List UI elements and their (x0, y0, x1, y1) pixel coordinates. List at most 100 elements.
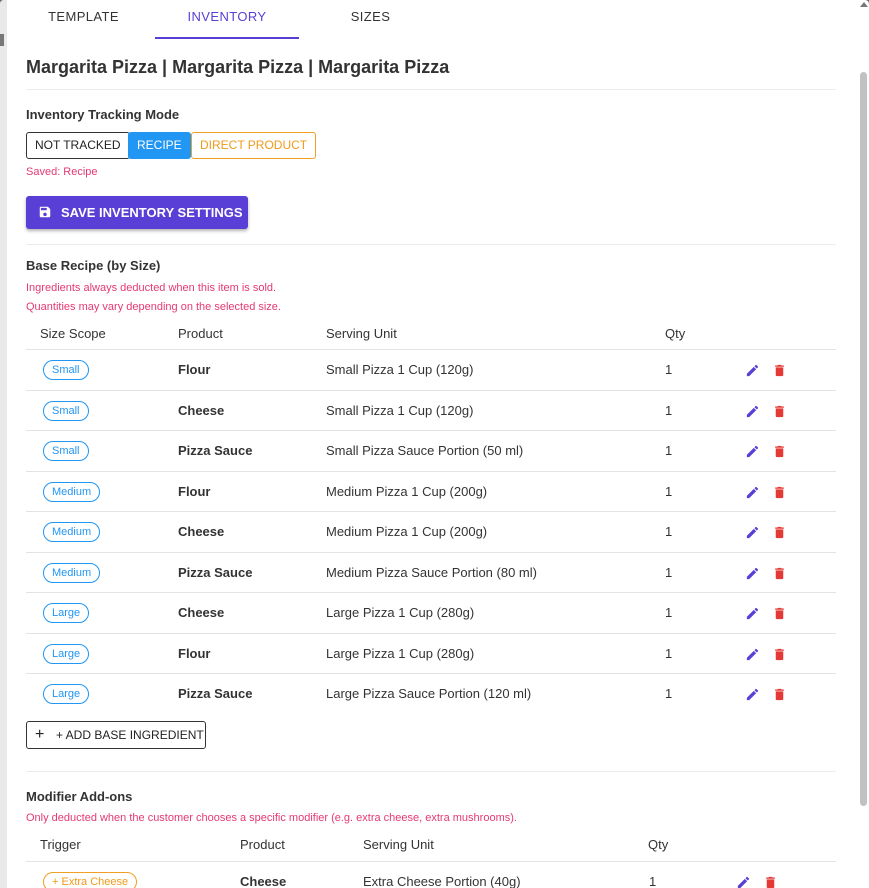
save-inventory-settings-button[interactable]: SAVE INVENTORY SETTINGS (26, 196, 248, 229)
product-cell: Flour (178, 362, 211, 377)
save-button-label: SAVE INVENTORY SETTINGS (61, 205, 243, 220)
column-header-trigger: Trigger (40, 837, 81, 852)
modifier-addons-note: Only deducted when the customer chooses … (26, 812, 517, 824)
add-button-label: + ADD BASE INGREDIENT (56, 728, 204, 742)
product-cell: Pizza Sauce (178, 443, 253, 458)
qty-cell: 1 (665, 443, 673, 458)
divider (26, 89, 836, 90)
product-cell: Pizza Sauce (178, 686, 253, 701)
delete-trash-icon[interactable] (772, 404, 787, 419)
serving-unit-cell: Large Pizza Sauce Portion (120 ml) (326, 686, 532, 701)
base-recipe-note-1: Ingredients always deducted when this it… (26, 282, 277, 294)
serving-unit-cell: Large Pizza 1 Cup (280g) (326, 605, 475, 620)
size-scope-chip: Large (43, 684, 90, 704)
table-row: Large Cheese Large Pizza 1 Cup (280g) 1 (26, 592, 836, 632)
product-cell: Cheese (178, 524, 225, 539)
base-recipe-note-2: Quantities may vary depending on the sel… (26, 301, 281, 313)
delete-trash-icon[interactable] (763, 875, 778, 888)
edit-pencil-icon[interactable] (745, 525, 760, 540)
table-row: Small Pizza Sauce Small Pizza Sauce Portio… (26, 430, 836, 470)
delete-trash-icon[interactable] (772, 687, 787, 702)
inventory-dialog: TEMPLATE INVENTORY SIZES Margarita Pizza… (0, 0, 869, 888)
edit-pencil-icon[interactable] (736, 875, 751, 888)
edit-pencil-icon[interactable] (745, 606, 760, 621)
floppy-disk-icon (39, 206, 51, 218)
qty-cell: 1 (665, 564, 673, 580)
size-scope-chip: Large (43, 603, 90, 623)
delete-trash-icon[interactable] (772, 647, 787, 662)
tab-template[interactable]: TEMPLATE (26, 0, 141, 39)
column-header-qty: Qty (648, 837, 669, 852)
qty-cell: 1 (649, 874, 657, 888)
serving-unit-cell: Small Pizza Sauce Portion (50 ml) (326, 443, 524, 458)
size-scope-chip: Small (43, 400, 89, 421)
size-scope-chip: Small (43, 360, 89, 380)
table-row: + Extra Cheese Cheese Extra Cheese Portion… (26, 861, 836, 888)
vertical-scrollbar[interactable] (859, 0, 868, 888)
size-scope-chip: Large (43, 643, 90, 664)
modifier-addons-title: Modifier Add-ons (26, 789, 133, 804)
column-header-qty: Qty (665, 326, 686, 341)
tab-sizes[interactable]: SIZES (313, 0, 428, 39)
edit-pencil-icon[interactable] (745, 566, 760, 581)
serving-unit-cell: Medium Pizza 1 Cup (200g) (326, 483, 488, 499)
serving-unit-cell: Medium Pizza 1 Cup (200g) (326, 524, 488, 539)
add-base-ingredient-button[interactable]: + + ADD BASE INGREDIENT (26, 721, 206, 749)
serving-unit-cell: Extra Cheese Portion (40g) (363, 874, 521, 888)
tracking-mode-label: Inventory Tracking Mode (26, 107, 180, 122)
edit-pencil-icon[interactable] (745, 444, 760, 459)
edit-pencil-icon[interactable] (745, 647, 760, 662)
column-header-serving-unit: Serving Unit (326, 326, 397, 341)
table-row: Small Flour Small Pizza 1 Cup (120g) 1 (26, 349, 836, 389)
divider (26, 244, 836, 245)
delete-trash-icon[interactable] (772, 525, 787, 540)
trigger-chip: + Extra Cheese (43, 872, 138, 888)
qty-cell: 1 (665, 524, 673, 539)
edit-pencil-icon[interactable] (745, 404, 760, 419)
product-cell: Cheese (240, 874, 287, 888)
qty-cell: 1 (665, 605, 673, 620)
divider (26, 771, 836, 772)
qty-cell: 1 (665, 402, 673, 418)
saved-status-text: Saved: Recipe (26, 166, 98, 178)
product-cell: Cheese (178, 605, 225, 620)
edit-pencil-icon[interactable] (745, 363, 760, 378)
tab-bar: TEMPLATE INVENTORY SIZES (0, 0, 869, 39)
scrollbar-thumb[interactable] (860, 72, 867, 806)
table-row: Medium Pizza Sauce Medium Pizza Sauce Port… (26, 551, 836, 592)
product-cell: Pizza Sauce (178, 564, 253, 580)
serving-unit-cell: Large Pizza 1 Cup (280g) (326, 645, 475, 661)
mode-not-tracked-button[interactable]: NOT TRACKED (26, 132, 130, 159)
table-row: Small Cheese Small Pizza 1 Cup (120g) 1 (26, 389, 836, 430)
size-scope-chip: Medium (43, 522, 101, 542)
serving-unit-cell: Medium Pizza Sauce Portion (80 ml) (326, 564, 537, 580)
edit-pencil-icon[interactable] (745, 485, 760, 500)
delete-trash-icon[interactable] (772, 566, 787, 581)
table-row: Medium Flour Medium Pizza 1 Cup (200g) 1 (26, 470, 836, 511)
delete-trash-icon[interactable] (772, 485, 787, 500)
mode-recipe-button[interactable]: RECIPE (128, 132, 191, 159)
column-header-size-scope: Size Scope (40, 326, 106, 341)
delete-trash-icon[interactable] (772, 444, 787, 459)
table-row: Large Flour Large Pizza 1 Cup (280g) 1 (26, 632, 836, 673)
column-header-product: Product (178, 326, 223, 341)
edit-pencil-icon[interactable] (745, 687, 760, 702)
base-recipe-title: Base Recipe (by Size) (26, 258, 161, 273)
size-scope-chip: Small (43, 441, 89, 461)
size-scope-chip: Medium (43, 481, 101, 502)
scroll-up-arrow-icon[interactable] (860, 2, 868, 7)
product-cell: Flour (178, 483, 211, 499)
product-cell: Flour (178, 645, 211, 661)
delete-trash-icon[interactable] (772, 606, 787, 621)
delete-trash-icon[interactable] (772, 363, 787, 378)
mode-direct-product-button[interactable]: DIRECT PRODUCT (191, 132, 317, 159)
table-row: Large Pizza Sauce Large Pizza Sauce Portio… (26, 673, 836, 713)
tab-inventory[interactable]: INVENTORY (155, 0, 299, 39)
column-header-serving-unit: Serving Unit (363, 837, 434, 852)
serving-unit-cell: Small Pizza 1 Cup (120g) (326, 402, 474, 418)
table-row: Medium Cheese Medium Pizza 1 Cup (200g) 1 (26, 511, 836, 551)
qty-cell: 1 (665, 483, 673, 499)
background-page-edge (0, 0, 7, 888)
plus-icon: + (35, 726, 45, 743)
product-cell: Cheese (178, 402, 225, 418)
